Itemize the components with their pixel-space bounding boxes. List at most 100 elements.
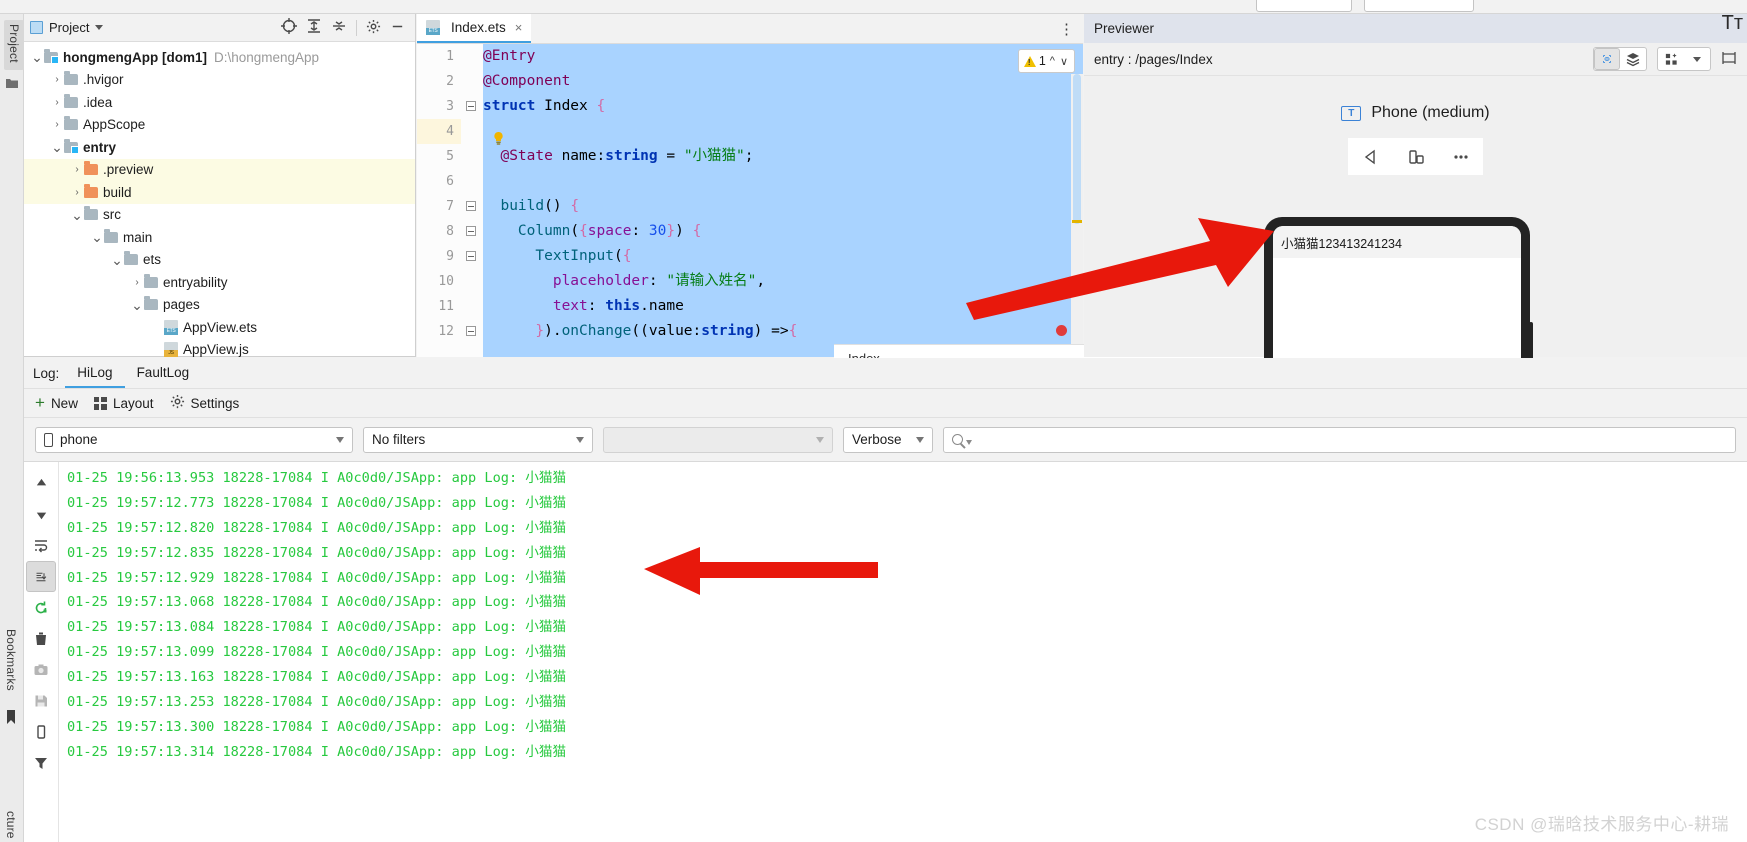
- log-line[interactable]: 01-25 19:57:13.068 18228-17084 I A0c0d0/…: [67, 590, 1747, 615]
- tree-item[interactable]: › .hvigor: [24, 69, 415, 92]
- new-log-button[interactable]: + New: [35, 394, 78, 411]
- next-problem-icon[interactable]: ∨: [1059, 55, 1069, 68]
- rail-folder-icon[interactable]: [5, 76, 19, 90]
- code-area[interactable]: 1 2 3 4 5 6 7 8 9 10 11 12 @Entry @Component struct I…: [417, 44, 1083, 357]
- frame-icon[interactable]: [1721, 50, 1737, 69]
- rotate-device-icon[interactable]: [1393, 138, 1438, 175]
- code-fold-column[interactable]: [461, 44, 483, 357]
- chevron-down-icon[interactable]: ⌄: [50, 140, 64, 154]
- log-line[interactable]: 01-25 19:57:13.099 18228-17084 I A0c0d0/…: [67, 640, 1747, 665]
- text-tool-icon[interactable]: Tᴛ: [1722, 12, 1743, 35]
- scroll-up-icon[interactable]: [26, 468, 56, 499]
- device-select[interactable]: phone: [35, 426, 353, 453]
- log-search-input[interactable]: [977, 432, 1727, 447]
- tree-item[interactable]: › .preview: [24, 158, 415, 181]
- screenshot-icon[interactable]: [26, 654, 56, 685]
- tree-item[interactable]: ⌄ entry: [24, 136, 415, 159]
- tab-hilog[interactable]: HiLog: [65, 365, 125, 388]
- editor-scrollbar[interactable]: [1071, 74, 1083, 357]
- tree-item[interactable]: ⌄ pages: [24, 294, 415, 317]
- preview-textinput[interactable]: 小猫猫123413241234: [1273, 226, 1521, 258]
- rail-structure-button[interactable]: cture: [4, 811, 18, 842]
- save-icon[interactable]: [26, 685, 56, 716]
- tree-item[interactable]: ⌄ main: [24, 226, 415, 249]
- fold-toggle-icon[interactable]: [466, 326, 476, 336]
- inspector-eye-icon[interactable]: [1594, 48, 1620, 70]
- minimize-icon[interactable]: [390, 19, 405, 37]
- log-lines[interactable]: 01-25 19:56:13.953 18228-17084 I A0c0d0/…: [58, 462, 1747, 842]
- log-line[interactable]: 01-25 19:57:13.300 18228-17084 I A0c0d0/…: [67, 715, 1747, 740]
- chevron-right-icon[interactable]: ›: [50, 74, 64, 85]
- fold-toggle-icon[interactable]: [466, 201, 476, 211]
- rail-bookmarks-button[interactable]: Bookmarks: [4, 629, 18, 694]
- chevron-down-icon[interactable]: [1684, 48, 1710, 70]
- log-line[interactable]: 01-25 19:57:13.253 18228-17084 I A0c0d0/…: [67, 690, 1747, 715]
- chevron-down-icon[interactable]: ⌄: [110, 253, 124, 267]
- log-search[interactable]: [943, 426, 1736, 453]
- log-line[interactable]: 01-25 19:57:12.835 18228-17084 I A0c0d0/…: [67, 541, 1747, 566]
- chevron-down-icon[interactable]: ⌄: [30, 50, 44, 64]
- prev-problem-icon[interactable]: ^: [1049, 55, 1056, 67]
- chevron-down-icon[interactable]: ⌄: [90, 230, 104, 244]
- chevron-right-icon[interactable]: ›: [70, 187, 84, 198]
- gear-icon[interactable]: [366, 19, 381, 37]
- clear-icon[interactable]: [26, 623, 56, 654]
- filter-icon[interactable]: [26, 747, 56, 778]
- tree-item[interactable]: › build: [24, 181, 415, 204]
- tree-item[interactable]: ETS AppView.ets: [24, 316, 415, 339]
- log-line[interactable]: 01-25 19:57:12.820 18228-17084 I A0c0d0/…: [67, 516, 1747, 541]
- filter-select[interactable]: No filters: [363, 426, 593, 453]
- back-triangle-icon[interactable]: [1348, 138, 1393, 175]
- layout-button[interactable]: Layout: [93, 396, 154, 411]
- tree-item[interactable]: ⌄ ets: [24, 249, 415, 272]
- tree-item[interactable]: ⌄ src: [24, 204, 415, 227]
- expand-all-icon[interactable]: [306, 18, 322, 37]
- target-icon[interactable]: [281, 18, 297, 37]
- chevron-down-icon[interactable]: ⌄: [70, 208, 84, 222]
- scroll-down-icon[interactable]: [26, 499, 56, 530]
- chevron-right-icon[interactable]: ›: [130, 277, 144, 288]
- scrollbar-thumb[interactable]: [1073, 74, 1081, 224]
- settings-button[interactable]: Settings: [170, 394, 239, 412]
- fold-toggle-icon[interactable]: [466, 251, 476, 261]
- fold-toggle-icon[interactable]: [466, 101, 476, 111]
- fold-toggle-icon[interactable]: [466, 226, 476, 236]
- rail-project-button[interactable]: Project: [4, 20, 24, 70]
- previewer-route[interactable]: entry : /pages/Index: [1094, 52, 1213, 67]
- grid-layout-icon[interactable]: [1658, 48, 1684, 70]
- chevron-right-icon[interactable]: ›: [50, 97, 64, 108]
- close-icon[interactable]: ×: [515, 20, 523, 35]
- tree-item[interactable]: › AppScope: [24, 114, 415, 137]
- tab-faultlog[interactable]: FaultLog: [125, 365, 202, 388]
- device-icon[interactable]: [26, 716, 56, 747]
- code-text[interactable]: @Entry @Component struct Index { @State na…: [483, 44, 1083, 357]
- restart-icon[interactable]: [26, 592, 56, 623]
- editor-options-icon[interactable]: ⋮: [1059, 14, 1083, 43]
- tree-item[interactable]: ⌄ hongmengApp [dom1] D:\hongmengApp: [24, 46, 415, 69]
- process-select[interactable]: [603, 426, 833, 453]
- log-line[interactable]: 01-25 19:57:13.163 18228-17084 I A0c0d0/…: [67, 665, 1747, 690]
- editor-tab-index-ets[interactable]: ETS Index.ets ×: [417, 14, 532, 43]
- log-line[interactable]: 01-25 19:57:12.773 18228-17084 I A0c0d0/…: [67, 491, 1747, 516]
- search-options-icon[interactable]: [966, 439, 972, 445]
- intention-bulb-icon[interactable]: [493, 131, 504, 146]
- level-select[interactable]: Verbose: [843, 426, 933, 453]
- breakpoint-dot[interactable]: [1056, 325, 1067, 336]
- inspection-widget[interactable]: 1 ^ ∨: [1017, 49, 1075, 73]
- log-line[interactable]: 01-25 19:57:12.929 18228-17084 I A0c0d0/…: [67, 566, 1747, 591]
- chevron-down-icon[interactable]: ⌄: [130, 298, 144, 312]
- scroll-to-end-icon[interactable]: [26, 561, 56, 592]
- run-config-box[interactable]: [1256, 0, 1352, 12]
- tree-item[interactable]: › .idea: [24, 91, 415, 114]
- log-line[interactable]: 01-25 19:57:13.084 18228-17084 I A0c0d0/…: [67, 615, 1747, 640]
- chevron-down-icon[interactable]: [95, 25, 104, 30]
- collapse-all-icon[interactable]: [331, 18, 347, 37]
- chevron-right-icon[interactable]: ›: [70, 164, 84, 175]
- log-line[interactable]: 01-25 19:56:13.953 18228-17084 I A0c0d0/…: [67, 466, 1747, 491]
- project-tree[interactable]: ⌄ hongmengApp [dom1] D:\hongmengApp › .hvigo…: [24, 42, 415, 361]
- log-line[interactable]: 01-25 19:57:13.314 18228-17084 I A0c0d0/…: [67, 740, 1747, 765]
- tree-item[interactable]: › entryability: [24, 271, 415, 294]
- device-select-box[interactable]: [1364, 0, 1474, 12]
- more-dots-icon[interactable]: [1438, 138, 1483, 175]
- chevron-right-icon[interactable]: ›: [50, 119, 64, 130]
